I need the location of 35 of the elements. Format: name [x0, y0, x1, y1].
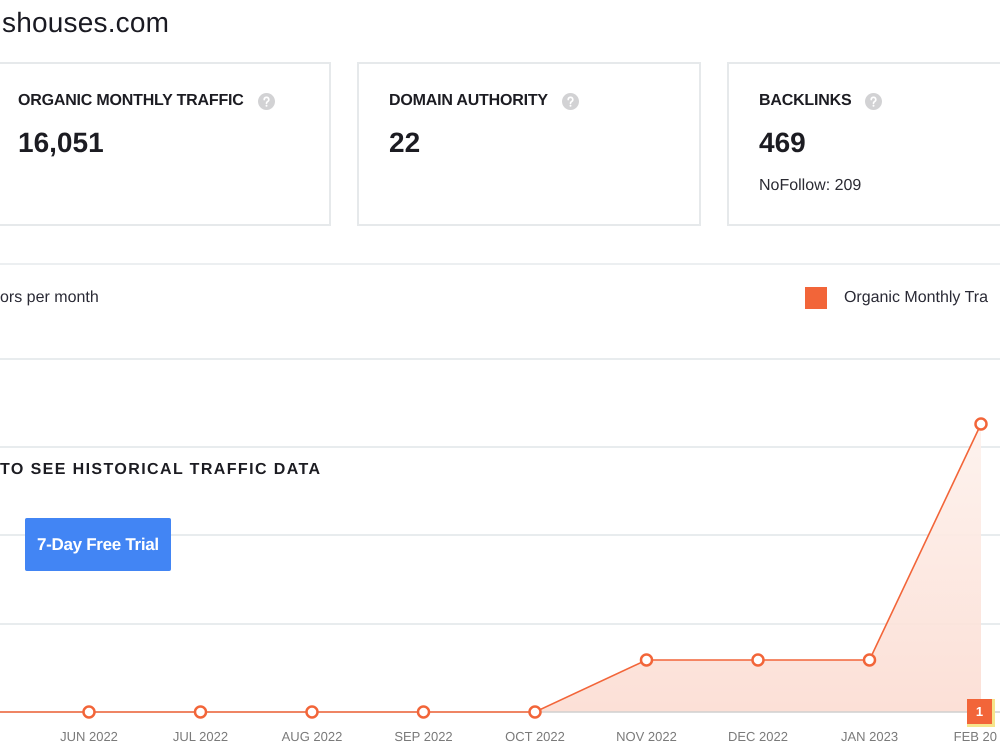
metric-note: NoFollow: 209 — [759, 176, 862, 196]
metric-label: BACKLINKS — [759, 91, 852, 111]
data-point — [862, 653, 876, 667]
chart-subtitle: ors per month — [0, 288, 99, 308]
axis-label: SEP 2022 — [394, 729, 453, 744]
data-point — [751, 653, 765, 667]
metric-value: 16,051 — [18, 126, 104, 160]
axis-label: NOV 2022 — [616, 729, 677, 744]
metric-label: DOMAIN AUTHORITY — [389, 91, 548, 111]
help-icon[interactable] — [562, 92, 579, 110]
data-point — [82, 705, 96, 719]
axis-label: JUL 2022 — [172, 729, 228, 744]
legend-swatch-icon — [804, 287, 827, 309]
axis-label: FEB 20 — [954, 729, 997, 744]
help-icon[interactable] — [865, 92, 882, 110]
data-point — [974, 417, 988, 431]
metric-label: ORGANIC MONTHLY TRAFFIC — [18, 91, 244, 111]
data-point — [528, 705, 542, 719]
axis-label: DEC 2022 — [728, 729, 788, 744]
locked-message: TO SEE HISTORICAL TRAFFIC DATA — [0, 460, 322, 480]
data-point — [194, 705, 208, 719]
help-icon[interactable] — [258, 92, 275, 110]
axis-label: JUN 2022 — [60, 729, 118, 744]
data-point — [640, 653, 654, 667]
data-point — [416, 705, 430, 719]
axis-label: OCT 2022 — [505, 729, 565, 744]
data-point — [305, 705, 319, 719]
count-badge: 1 — [967, 699, 995, 727]
metric-value: 22 — [389, 126, 420, 160]
legend-label: Organic Monthly Tra — [844, 288, 988, 308]
axis-label: AUG 2022 — [282, 729, 342, 744]
axis-label: JAN 2023 — [840, 729, 898, 744]
free-trial-button[interactable]: 7-Day Free Trial — [25, 518, 171, 571]
metric-value: 469 — [759, 126, 806, 160]
site-domain: shouses.com — [2, 6, 170, 40]
